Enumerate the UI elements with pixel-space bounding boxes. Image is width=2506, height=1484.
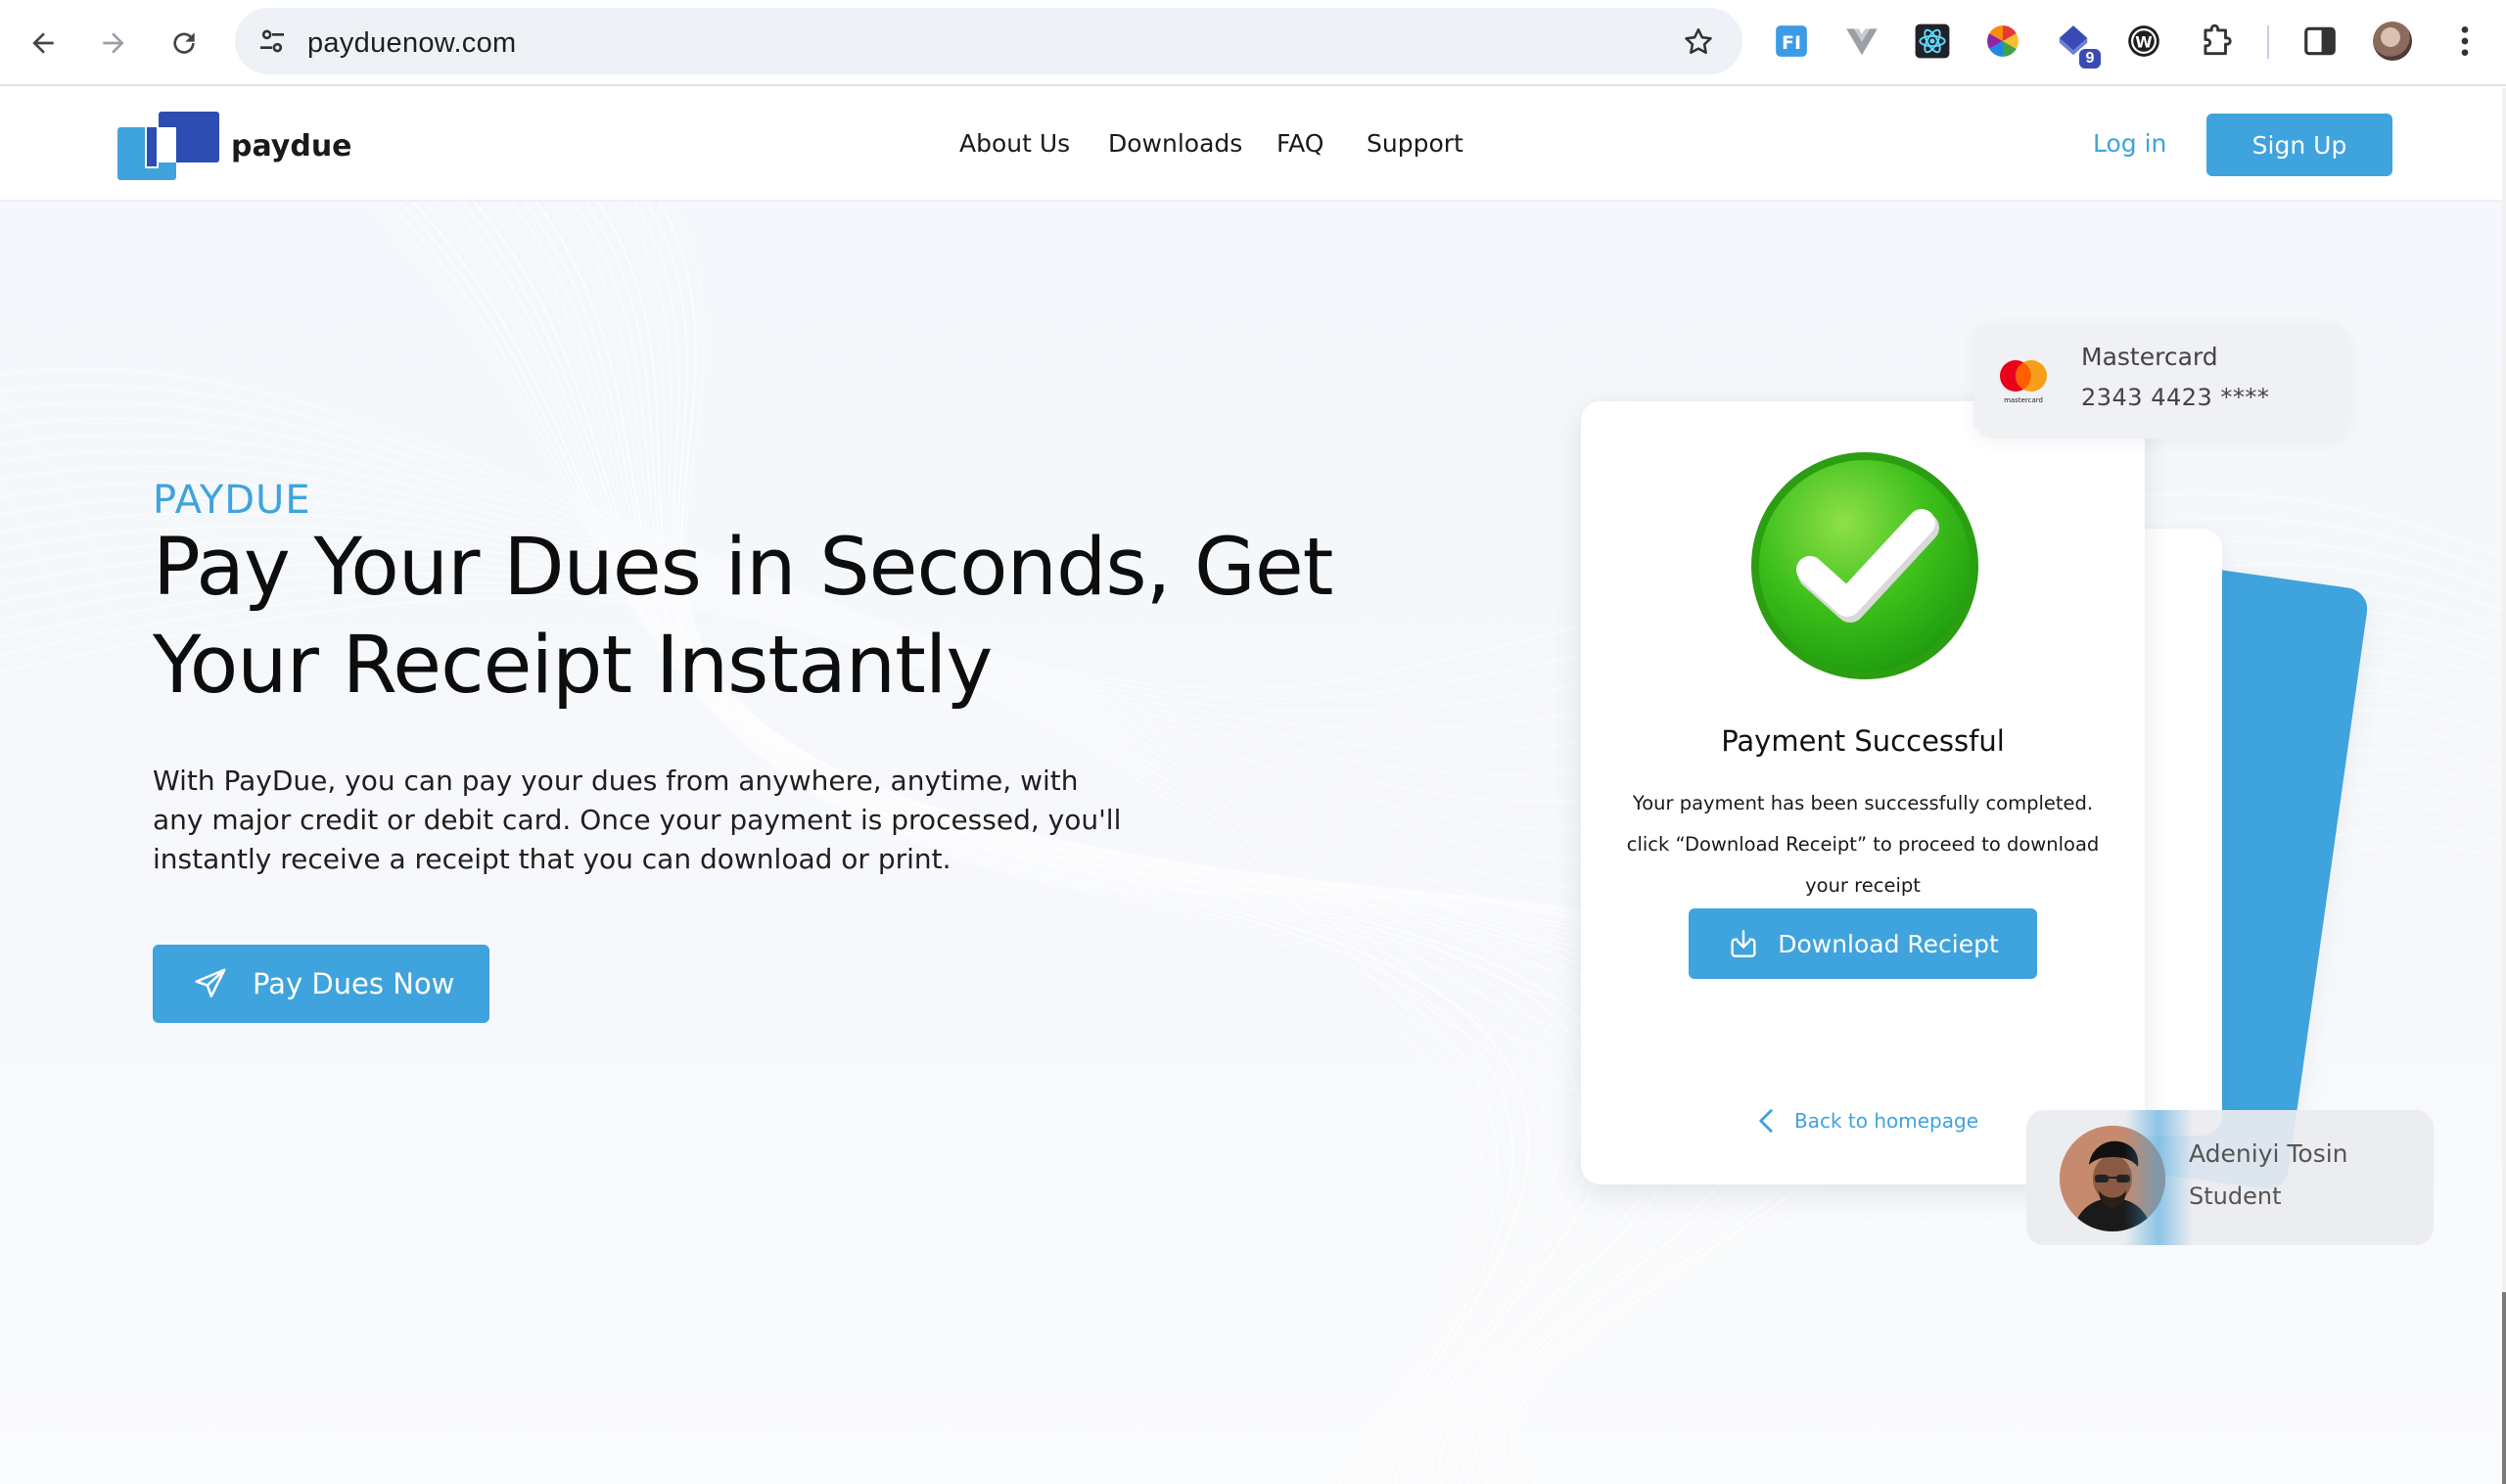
kebab-menu-icon[interactable] (2445, 22, 2484, 61)
pay-dues-now-button[interactable]: Pay Dues Now (153, 945, 489, 1023)
signup-button[interactable]: Sign Up (2206, 114, 2392, 176)
color-picker-icon[interactable] (1983, 22, 2022, 61)
vue-devtools-icon[interactable] (1842, 22, 1881, 61)
url-text[interactable]: payduenow.com (307, 27, 516, 60)
download-receipt-button[interactable]: Download Reciept (1689, 908, 2037, 979)
svg-text:FI: FI (1782, 32, 1801, 54)
user-role: Student (2189, 1183, 2282, 1210)
download-icon (1731, 930, 1756, 957)
fi-extension-icon[interactable]: FI (1772, 22, 1811, 61)
nav-about-us[interactable]: About Us (959, 129, 1070, 158)
mastercard-logo-icon: mastercard (2000, 360, 2047, 404)
mastercard-card: mastercard Mastercard 2343 4423 **** (1973, 323, 2349, 439)
toolbar-divider (2267, 25, 2269, 59)
bookmark-star-icon[interactable] (1682, 25, 1715, 59)
forward-arrow-icon[interactable] (90, 20, 137, 67)
scrollbar-track[interactable] (2502, 88, 2506, 1484)
profile-avatar[interactable] (2373, 22, 2412, 61)
back-arrow-icon[interactable] (20, 20, 67, 67)
reload-icon[interactable] (161, 20, 208, 67)
address-bar[interactable]: payduenow.com (235, 8, 1742, 74)
payment-success-message: Your payment has been successfully compl… (1626, 792, 2100, 897)
download-receipt-label: Download Reciept (1778, 929, 1999, 958)
pay-dues-now-label: Pay Dues Now (253, 967, 455, 1000)
scrollbar-thumb[interactable] (2502, 1292, 2506, 1484)
payment-success-title: Payment Successful (1721, 724, 2005, 758)
wordpress-icon[interactable]: W (2124, 22, 2163, 61)
hero-headline: Pay Your Dues in Seconds, Get Your Recei… (153, 522, 1333, 712)
react-devtools-icon[interactable] (1913, 22, 1952, 61)
svg-text:mastercard: mastercard (2004, 396, 2043, 404)
side-panel-icon[interactable] (2300, 22, 2340, 61)
site-header: paydue About Us Downloads FAQ Support Lo… (0, 88, 2502, 202)
svg-text:W: W (2135, 32, 2152, 51)
card-number-masked: 2343 4423 **** (2081, 384, 2270, 411)
extension-count-badge: 9 (2077, 47, 2103, 70)
site-settings-icon[interactable] (256, 25, 288, 57)
nav-support[interactable]: Support (1367, 129, 1463, 158)
card-brand-name: Mastercard (2081, 343, 2218, 371)
paydue-logo[interactable] (117, 112, 219, 180)
decorative-blue-glow (2124, 1110, 2193, 1245)
nav-faq[interactable]: FAQ (1276, 129, 1323, 158)
user-testimonial-card: Adeniyi Tosin Student (2026, 1110, 2434, 1245)
chevron-left-icon (1759, 1109, 1773, 1133)
hero-eyebrow: PAYDUE (153, 478, 311, 523)
paper-plane-icon (195, 968, 226, 997)
extension-badge-icon[interactable]: 9 (2054, 22, 2103, 70)
back-to-homepage-label: Back to homepage (1794, 1109, 1978, 1133)
user-name: Adeniyi Tosin (2189, 1139, 2348, 1168)
login-link[interactable]: Log in (2093, 129, 2166, 158)
success-check-icon (1751, 452, 1978, 679)
back-to-homepage-link[interactable]: Back to homepage (1755, 1108, 1978, 1134)
payment-success-card: Payment Successful Your payment has been… (1581, 401, 2145, 1184)
hero-description: With PayDue, you can pay your dues from … (153, 765, 1122, 875)
extensions-puzzle-icon[interactable] (2197, 22, 2236, 61)
page-viewport: paydue About Us Downloads FAQ Support Lo… (0, 88, 2506, 1484)
nav-downloads[interactable]: Downloads (1108, 129, 1242, 158)
brand-name[interactable]: paydue (231, 129, 352, 163)
browser-toolbar: payduenow.com FI 9 W (0, 0, 2506, 86)
